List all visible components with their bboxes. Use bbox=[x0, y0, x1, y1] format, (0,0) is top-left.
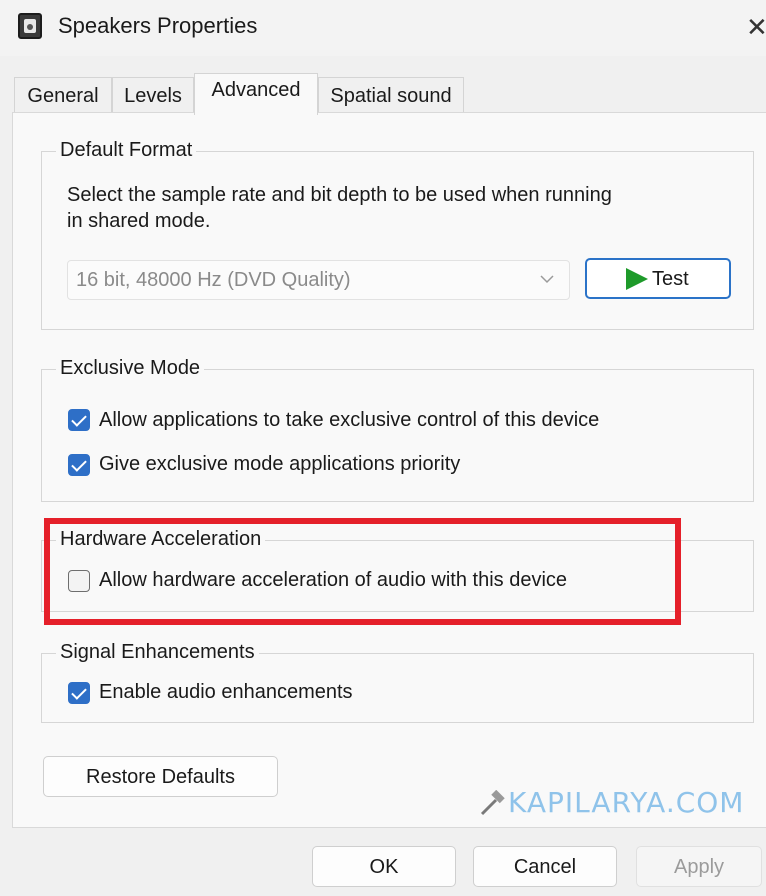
audio-enhancements-checkbox[interactable] bbox=[68, 682, 90, 704]
cancel-button[interactable]: Cancel bbox=[473, 846, 617, 887]
apply-button[interactable]: Apply bbox=[636, 846, 762, 887]
description-line-2: in shared mode. bbox=[67, 210, 211, 232]
sample-rate-select[interactable]: 16 bit, 48000 Hz (DVD Quality) bbox=[67, 260, 570, 300]
exclusive-priority-checkbox[interactable] bbox=[68, 454, 90, 476]
watermark-text: KAPILARYA.COM bbox=[508, 786, 745, 819]
play-icon bbox=[626, 268, 648, 290]
audio-enhancements-label[interactable]: Enable audio enhancements bbox=[99, 681, 353, 704]
tab-general[interactable]: General bbox=[14, 77, 112, 113]
restore-defaults-button[interactable]: Restore Defaults bbox=[43, 756, 278, 797]
close-icon[interactable]: ✕ bbox=[746, 10, 766, 44]
exclusive-control-checkbox[interactable] bbox=[68, 409, 90, 431]
title-bar: Speakers Properties ✕ bbox=[0, 0, 766, 56]
default-format-description: Select the sample rate and bit depth to … bbox=[67, 182, 612, 234]
test-button[interactable]: Test bbox=[585, 258, 731, 299]
test-button-label: Test bbox=[652, 268, 689, 290]
default-format-group bbox=[41, 151, 754, 330]
hammer-icon bbox=[480, 790, 505, 816]
ok-button[interactable]: OK bbox=[312, 846, 456, 887]
chevron-down-icon bbox=[540, 275, 554, 284]
default-format-title: Default Format bbox=[56, 139, 197, 162]
tab-spatial-sound[interactable]: Spatial sound bbox=[318, 77, 464, 113]
tab-advanced[interactable]: Advanced bbox=[194, 73, 318, 115]
kapilarya-watermark: KAPILARYA.COM bbox=[478, 786, 758, 820]
exclusive-mode-title: Exclusive Mode bbox=[56, 357, 205, 380]
exclusive-priority-label[interactable]: Give exclusive mode applications priorit… bbox=[99, 453, 460, 476]
annotation-highlight-box bbox=[44, 518, 681, 625]
description-line-1: Select the sample rate and bit depth to … bbox=[67, 184, 612, 206]
window-title: Speakers Properties bbox=[58, 13, 258, 38]
signal-enhancements-title: Signal Enhancements bbox=[56, 641, 259, 664]
exclusive-control-label[interactable]: Allow applications to take exclusive con… bbox=[99, 409, 599, 432]
tab-levels[interactable]: Levels bbox=[112, 77, 194, 113]
exclusive-mode-group bbox=[41, 369, 754, 502]
speaker-app-icon bbox=[18, 13, 42, 39]
